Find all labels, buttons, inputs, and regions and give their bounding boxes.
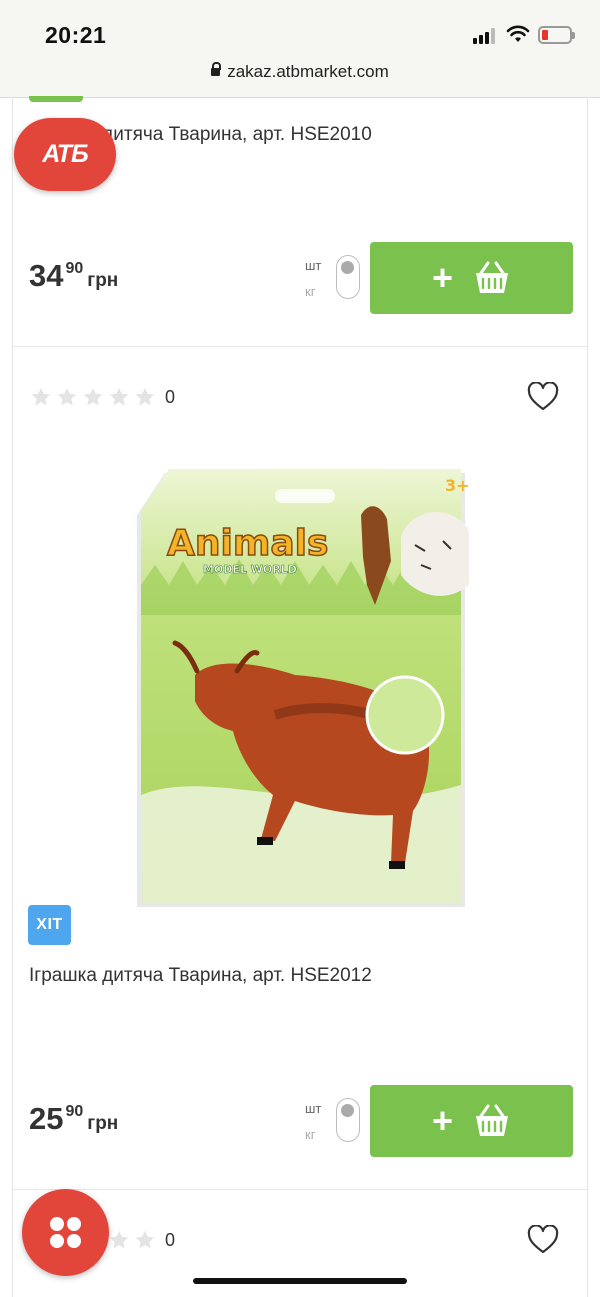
star-icon <box>109 1230 129 1249</box>
add-to-cart-button[interactable]: + <box>370 1085 573 1157</box>
image-brand-subtitle: MODEL WORLD <box>203 563 297 576</box>
star-icon <box>31 387 51 406</box>
badge-tab <box>29 96 83 102</box>
address-bar[interactable]: zakaz.atbmarket.com <box>0 62 600 82</box>
battery-icon <box>538 26 575 44</box>
unit-labels: шт кг <box>305 1101 322 1142</box>
product-title[interactable]: Іграшка дитяча Тварина, арт. HSE2012 <box>29 965 372 987</box>
star-icon <box>83 387 103 406</box>
home-indicator[interactable] <box>193 1278 407 1284</box>
product-card: 0 Animals MODEL WORLD 3+ . ХІТ Іграшк <box>12 347 588 1190</box>
unit-toggle[interactable] <box>336 1098 360 1142</box>
unit-toggle[interactable] <box>336 255 360 299</box>
image-brand-title: Animals <box>167 523 328 564</box>
wifi-icon <box>506 25 530 42</box>
basket-icon <box>476 1104 509 1136</box>
star-icon <box>135 1230 155 1249</box>
status-time: 20:21 <box>45 22 107 48</box>
plus-icon: + <box>431 1100 454 1141</box>
rating-stars <box>30 386 156 408</box>
heart-icon[interactable] <box>527 1225 559 1255</box>
atb-logo[interactable]: АТБ <box>14 118 116 191</box>
lock-icon <box>211 62 222 76</box>
rating-count: 0 <box>165 1230 176 1250</box>
star-icon <box>109 387 129 406</box>
hit-badge: ХІТ <box>28 905 71 945</box>
heart-icon[interactable] <box>527 382 559 412</box>
product-price: 25 90грн <box>29 1101 119 1136</box>
browser-chrome: 20:21 zakaz.atbmarket.com <box>0 0 600 98</box>
basket-icon <box>476 261 509 293</box>
product-price: 34 90грн <box>29 258 119 293</box>
rating-count: 0 <box>165 387 176 407</box>
product-image[interactable]: Animals MODEL WORLD 3+ . <box>125 465 471 919</box>
add-to-cart-button[interactable]: + <box>370 242 573 314</box>
star-icon <box>57 387 77 406</box>
cellular-signal-icon <box>473 28 499 44</box>
plus-icon: + <box>431 257 454 298</box>
menu-button[interactable] <box>22 1189 109 1276</box>
unit-labels: шт кг <box>305 258 322 299</box>
image-age-label: 3+ <box>445 476 470 495</box>
star-icon <box>135 387 155 406</box>
url-text: zakaz.atbmarket.com <box>227 62 389 81</box>
